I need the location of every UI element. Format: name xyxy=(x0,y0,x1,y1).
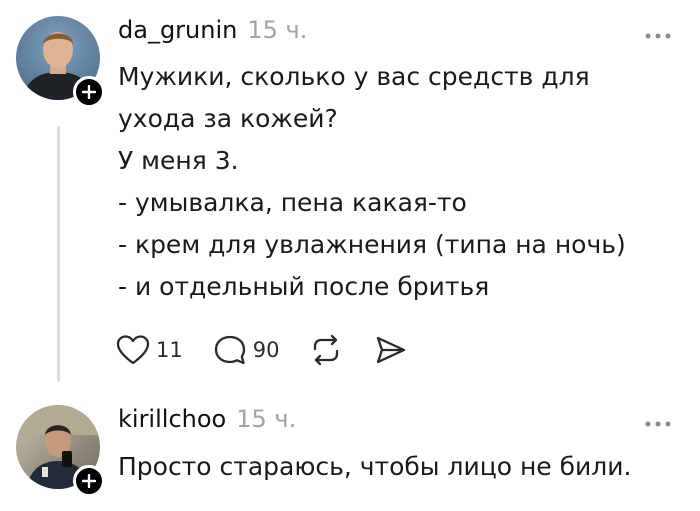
username[interactable]: da_grunin xyxy=(118,16,237,44)
like-button[interactable]: 11 xyxy=(116,334,183,366)
text-line: Просто стараюсь, чтобы лицо не били. xyxy=(118,452,632,481)
post-header: da_grunin 15 ч. xyxy=(118,16,307,44)
text-line: - крем для увлажнения (типа на ночь) xyxy=(118,230,626,259)
follow-button[interactable] xyxy=(73,465,105,497)
reply-button[interactable]: 90 xyxy=(213,334,280,366)
text-line: - умывалка, пена какая-то xyxy=(118,188,467,217)
plus-icon xyxy=(82,85,96,99)
reply-count: 90 xyxy=(252,338,280,362)
follow-button[interactable] xyxy=(73,76,105,108)
post-text: Мужики, сколько у вас средств для ухода … xyxy=(118,56,678,308)
text-line: ухода за кожей? xyxy=(118,104,338,133)
more-button[interactable] xyxy=(640,414,676,434)
heart-icon xyxy=(116,335,150,365)
more-horizontal-icon xyxy=(645,421,671,427)
share-button[interactable] xyxy=(373,334,407,366)
text-line: Мужики, сколько у вас средств для xyxy=(118,62,590,91)
send-icon xyxy=(377,336,406,364)
post-header: kirillchoo 15 ч. xyxy=(118,405,296,433)
repost-button[interactable] xyxy=(309,334,343,366)
username[interactable]: kirillchoo xyxy=(118,405,226,433)
timestamp: 15 ч. xyxy=(247,16,308,44)
more-button[interactable] xyxy=(640,26,676,46)
thread-line xyxy=(57,126,60,382)
more-horizontal-icon xyxy=(645,33,671,39)
action-bar: 11 90 xyxy=(116,332,437,368)
text-line: - и отдельный после бритья xyxy=(118,272,490,301)
comment-bubble-icon xyxy=(214,335,245,365)
timestamp: 15 ч. xyxy=(236,405,297,433)
plus-icon xyxy=(82,474,96,488)
text-line: У меня 3. xyxy=(118,146,239,175)
post-text: Просто стараюсь, чтобы лицо не били. xyxy=(118,446,678,488)
thread-post: da_grunin 15 ч. Мужики, сколько у вас ср… xyxy=(0,0,700,390)
repost-icon xyxy=(314,334,339,366)
like-count: 11 xyxy=(156,338,183,362)
